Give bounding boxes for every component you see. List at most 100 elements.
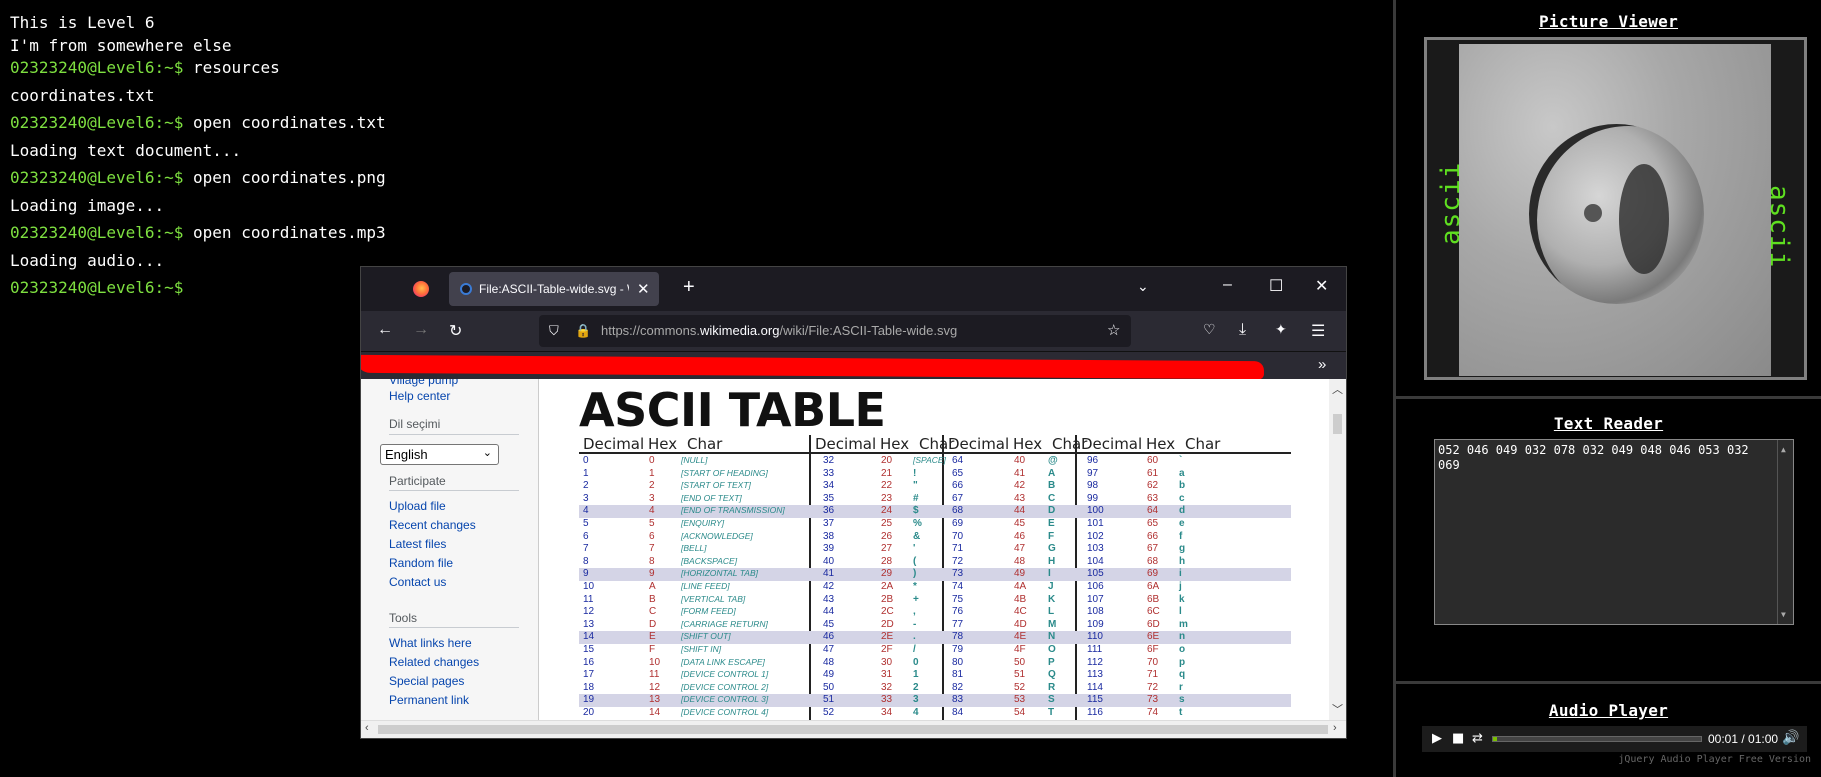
- column-header-hex: Hex: [1146, 435, 1176, 453]
- sidebar-link-related-changes[interactable]: Related changes: [389, 655, 479, 669]
- cell-hex: 50: [1014, 656, 1026, 668]
- table-row: 15 F [SHIFT IN] 47 2F / 79 4F O 111 6F o: [579, 644, 1291, 657]
- cell-char: [START OF TEXT]: [681, 480, 751, 491]
- terminal-line: This is Level 6: [10, 13, 155, 32]
- minimize-button[interactable]: –: [1223, 276, 1232, 294]
- sidebar-link-permanent-link[interactable]: Permanent link: [389, 693, 469, 707]
- cell-char: 4: [913, 707, 919, 718]
- sidebar-link-special-pages[interactable]: Special pages: [389, 674, 464, 688]
- cell-decimal: 16: [583, 656, 595, 668]
- sidebar-link-random-file[interactable]: Random file: [389, 556, 453, 570]
- cell-hex: 28: [881, 555, 893, 567]
- cell-hex: A: [649, 581, 656, 592]
- redaction-scribble: [361, 354, 1265, 380]
- audio-player-footer: jQuery Audio Player Free Version: [1618, 754, 1811, 765]
- more-bookmarks-icon[interactable]: »: [1318, 356, 1326, 373]
- repeat-icon[interactable]: ⇄: [1472, 731, 1483, 746]
- cell-hex: 24: [881, 505, 893, 517]
- lock-icon[interactable]: 🔒: [575, 323, 591, 339]
- cell-hex: 3: [649, 492, 655, 504]
- shield-icon[interactable]: ⛉: [549, 323, 559, 339]
- firefox-logo-icon[interactable]: [413, 281, 429, 297]
- cell-hex: 26: [881, 530, 893, 542]
- language-select[interactable]: English ⌄: [380, 444, 499, 465]
- vertical-scrollbar[interactable]: ︿ ﹀: [1329, 379, 1346, 720]
- crater-shadow: [1619, 164, 1669, 274]
- audio-progress-bar[interactable]: [1492, 736, 1702, 742]
- cell-char: d: [1179, 505, 1186, 517]
- close-tab-icon[interactable]: ✕: [637, 280, 650, 298]
- stop-icon[interactable]: ■: [1452, 731, 1464, 746]
- cell-decimal: 68: [952, 505, 964, 517]
- text-reader-title: Text Reader: [1553, 414, 1664, 433]
- forward-button[interactable]: →: [413, 321, 429, 339]
- cell-char: [LINE FEED]: [681, 581, 730, 591]
- cell-char: [HORIZONTAL TAB]: [681, 568, 758, 579]
- maximize-button[interactable]: ☐: [1269, 276, 1283, 296]
- close-window-button[interactable]: ✕: [1315, 276, 1328, 296]
- cell-char: [VERTICAL TAB]: [681, 593, 746, 604]
- cell-hex: 71: [1147, 669, 1159, 681]
- column-header-dec: Decimal: [815, 435, 877, 453]
- cell-char: p: [1179, 656, 1186, 668]
- cell-decimal: 2: [583, 480, 589, 492]
- cell-char: /: [913, 644, 916, 655]
- browser-tab[interactable]: File:ASCII-Table-wide.svg - Wiki ✕: [449, 272, 659, 306]
- reload-button[interactable]: ↻: [449, 321, 462, 341]
- scroll-down-icon[interactable]: ﹀: [1332, 701, 1343, 717]
- pocket-icon[interactable]: ♡: [1203, 321, 1216, 338]
- cell-decimal: 34: [823, 480, 835, 492]
- menu-icon[interactable]: ☰: [1311, 321, 1325, 341]
- cell-decimal: 66: [952, 480, 964, 492]
- sidebar-link-what-links-here[interactable]: What links here: [389, 636, 472, 650]
- tools-heading: Tools: [389, 611, 418, 625]
- url-bar[interactable]: ⛉ 🔒 https://commons.wikimedia.org/wiki/F…: [539, 315, 1131, 347]
- tab-title: File:ASCII-Table-wide.svg - Wiki: [479, 282, 629, 296]
- cell-hex: 32: [881, 681, 893, 693]
- terminal-command: open coordinates.txt: [183, 113, 386, 132]
- cell-decimal: 47: [823, 644, 835, 655]
- sidebar-link-contact-us[interactable]: Contact us: [389, 575, 446, 589]
- scroll-right-icon[interactable]: ›: [1333, 722, 1337, 734]
- scroll-thumb[interactable]: [378, 725, 1328, 734]
- scroll-up-icon[interactable]: ▲: [1781, 442, 1786, 457]
- table-row: 7 7 [BELL] 39 27 ' 71 47 G 103 67 g: [579, 543, 1291, 556]
- ascii-table-image: ASCII TABLE Decimal Hex Char Decimal Hex Char…: [539, 379, 1329, 720]
- scroll-thumb[interactable]: [1333, 414, 1342, 434]
- cell-decimal: 102: [1087, 530, 1104, 542]
- cell-decimal: 77: [952, 618, 964, 630]
- cell-hex: 9: [649, 568, 655, 580]
- cell-hex: 2: [649, 480, 655, 492]
- downloads-icon[interactable]: ⤓: [1239, 321, 1246, 339]
- sidebar-link-help-center[interactable]: Help center: [389, 389, 450, 403]
- scroll-left-icon[interactable]: ‹: [365, 722, 369, 734]
- cell-char: [BELL]: [681, 543, 707, 554]
- tab-list-chevron-icon[interactable]: ⌄: [1137, 278, 1149, 295]
- cell-decimal: 15: [583, 644, 595, 655]
- volume-icon[interactable]: 🔊: [1782, 730, 1799, 746]
- participate-heading: Participate: [389, 474, 446, 488]
- terminal-command-line: 02323240@Level6:~$ open coordinates.mp3: [10, 222, 1383, 245]
- extensions-icon[interactable]: ✦: [1275, 321, 1287, 338]
- sidebar-link-recent-changes[interactable]: Recent changes: [389, 518, 476, 532]
- text-reader-scrollbar[interactable]: ▲ ▼: [1777, 440, 1793, 624]
- back-button[interactable]: ←: [377, 321, 393, 339]
- table-row: 17 11 [DEVICE CONTROL 1] 49 31 1 81 51 Q 113 71 q: [579, 669, 1291, 682]
- cell-decimal: 37: [823, 518, 835, 529]
- scroll-up-icon[interactable]: ︿: [1332, 381, 1343, 397]
- new-tab-button[interactable]: +: [683, 276, 695, 299]
- cell-char: ": [913, 480, 918, 492]
- scroll-down-icon[interactable]: ▼: [1781, 607, 1786, 622]
- text-reader-content[interactable]: 052 046 049 032 078 032 049 048 046 053 …: [1434, 439, 1794, 625]
- cell-char: [SHIFT OUT]: [681, 631, 731, 642]
- cell-hex: 25: [881, 518, 893, 529]
- cell-decimal: 52: [823, 707, 835, 718]
- sidebar-link-village-pump[interactable]: Village pump: [389, 379, 458, 387]
- sidebar-link-latest-files[interactable]: Latest files: [389, 537, 446, 551]
- cell-char: c: [1179, 492, 1185, 504]
- sidebar-link-upload-file[interactable]: Upload file: [389, 499, 446, 513]
- play-icon[interactable]: ▶: [1432, 731, 1442, 746]
- bookmark-star-icon[interactable]: ☆: [1107, 321, 1120, 339]
- terminal-prompt: 02323240@Level6:~$: [10, 168, 184, 187]
- horizontal-scrollbar[interactable]: ‹ ›: [361, 720, 1346, 738]
